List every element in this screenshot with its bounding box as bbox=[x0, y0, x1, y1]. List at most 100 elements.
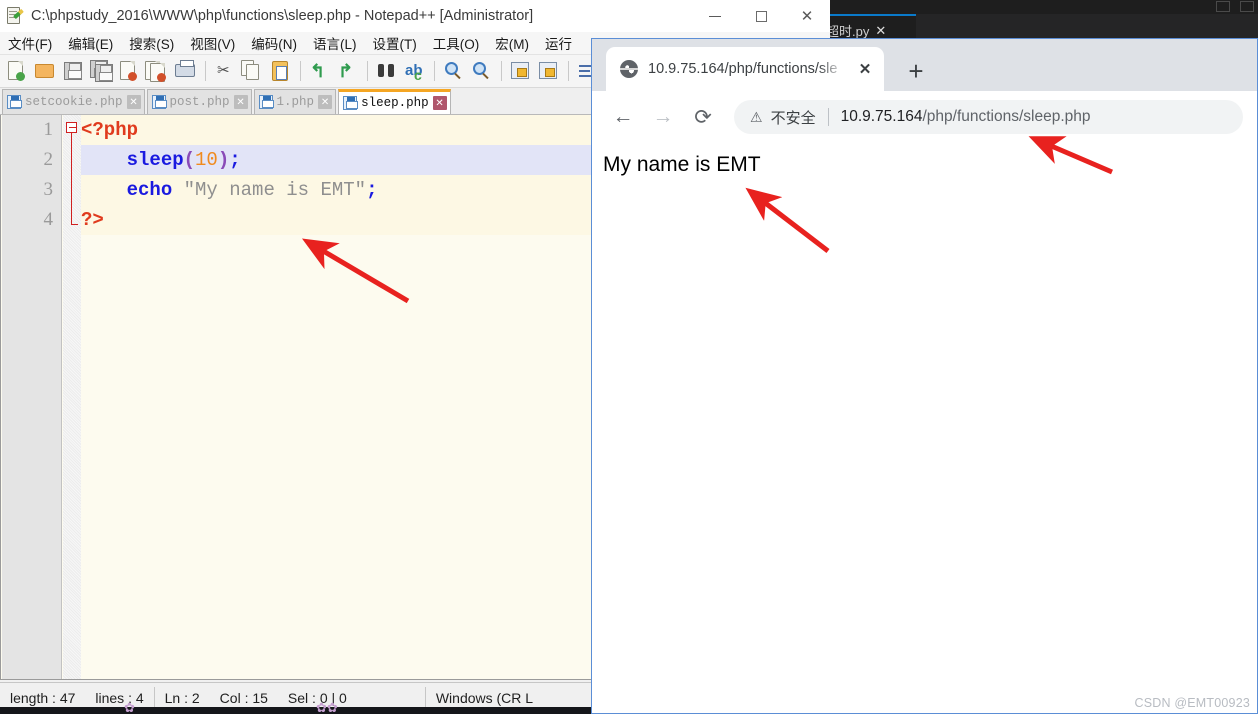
copy-icon[interactable] bbox=[239, 58, 265, 84]
warning-triangle-icon: ⚠ bbox=[750, 108, 763, 125]
forward-button[interactable]: → bbox=[644, 98, 682, 136]
line-number: 1 bbox=[43, 119, 54, 140]
document-tab-setcookie-php[interactable]: setcookie.php ✕ bbox=[2, 89, 145, 114]
taskbar-icon-a[interactable]: ✿ bbox=[124, 701, 135, 714]
browser-tab-sleep-php[interactable]: 10.9.75.164/php/functions/sle ✕ bbox=[606, 47, 884, 91]
menu-item-macro[interactable]: 宏(M) bbox=[487, 33, 537, 53]
address-bar[interactable]: ⚠ 不安全 10.9.75.164/php/functions/sleep.ph… bbox=[734, 100, 1243, 134]
dark-window-minimize-button[interactable] bbox=[1216, 1, 1230, 12]
close-button[interactable]: ✕ bbox=[784, 0, 830, 32]
close-file-icon[interactable] bbox=[116, 58, 142, 84]
close-icon[interactable]: ✕ bbox=[233, 95, 248, 109]
paren-open: ( bbox=[183, 149, 196, 171]
menu-item-tools[interactable]: 工具(O) bbox=[425, 33, 488, 53]
security-status-text[interactable]: 不安全 bbox=[771, 107, 816, 128]
fold-collapse-icon[interactable] bbox=[66, 122, 77, 133]
save-all-icon[interactable] bbox=[88, 58, 114, 84]
csdn-watermark: CSDN @EMT00923 bbox=[1134, 696, 1250, 710]
print-icon[interactable] bbox=[172, 58, 198, 84]
replace-icon[interactable]: ab c bbox=[401, 58, 427, 84]
status-length: length : 47 bbox=[10, 689, 76, 706]
dark-window-controls[interactable] bbox=[1216, 1, 1254, 12]
chrome-tabstrip[interactable]: 10.9.75.164/php/functions/sle ✕ + bbox=[592, 39, 1257, 91]
file-icon bbox=[343, 96, 359, 110]
chrome-toolbar[interactable]: ← → ⟳ ⚠ 不安全 10.9.75.164/php/functions/sl… bbox=[592, 91, 1257, 143]
cut-icon[interactable]: ✂ bbox=[211, 58, 237, 84]
find-icon[interactable] bbox=[373, 58, 399, 84]
paste-icon[interactable] bbox=[267, 58, 293, 84]
status-ln: Ln : 2 bbox=[164, 689, 200, 706]
save-icon[interactable] bbox=[60, 58, 86, 84]
chrome-browser-window[interactable]: 10.9.75.164/php/functions/sle ✕ + ← → ⟳ … bbox=[591, 38, 1258, 714]
php-close-tag: ?> bbox=[81, 209, 104, 231]
back-button[interactable]: ← bbox=[604, 98, 642, 136]
sync-vertical-scroll-icon[interactable] bbox=[507, 58, 533, 84]
function-sleep: sleep bbox=[126, 149, 184, 171]
url-path: /php/functions/sleep.php bbox=[922, 108, 1091, 125]
document-tab-post-php[interactable]: post.php ✕ bbox=[146, 89, 252, 114]
paren-close: ) bbox=[217, 149, 230, 171]
toolbar-separator bbox=[501, 61, 502, 81]
php-open-tag: <?php bbox=[81, 119, 139, 141]
status-eol: Windows (CR L bbox=[435, 689, 534, 706]
document-tab-sleep-php[interactable]: sleep.php ✕ bbox=[338, 89, 451, 114]
toolbar-separator bbox=[568, 61, 569, 81]
omnibox-separator bbox=[827, 108, 829, 126]
menu-item-search[interactable]: 搜索(S) bbox=[121, 33, 182, 53]
close-icon[interactable]: ✕ bbox=[318, 95, 333, 109]
toolbar-separator bbox=[367, 61, 368, 81]
page-viewport: My name is EMT bbox=[592, 143, 1257, 713]
address-bar-url: 10.9.75.164/php/functions/sleep.php bbox=[841, 108, 1091, 126]
document-tab-label: 1.php bbox=[276, 95, 315, 109]
globe-icon bbox=[620, 60, 638, 78]
menu-item-view[interactable]: 视图(V) bbox=[182, 33, 243, 53]
line-number: 2 bbox=[43, 149, 54, 170]
menu-item-encoding[interactable]: 编码(N) bbox=[243, 33, 305, 53]
menu-item-language[interactable]: 语言(L) bbox=[305, 33, 365, 53]
windows-taskbar[interactable]: ✿ ✿✿ bbox=[0, 701, 592, 714]
line-number: 3 bbox=[43, 179, 54, 200]
menu-item-file[interactable]: 文件(F) bbox=[0, 33, 60, 53]
page-body-text: My name is EMT bbox=[603, 153, 761, 176]
toolbar-separator bbox=[434, 61, 435, 81]
notepadpp-window-controls[interactable]: ✕ bbox=[692, 0, 830, 32]
fold-line bbox=[71, 133, 72, 225]
new-tab-button[interactable]: + bbox=[902, 57, 930, 85]
reload-button[interactable]: ⟳ bbox=[684, 98, 722, 136]
browser-tab-title: 10.9.75.164/php/functions/sle bbox=[648, 61, 838, 77]
code-folding-margin[interactable] bbox=[63, 115, 81, 679]
menu-item-run[interactable]: 运行 bbox=[537, 33, 580, 53]
new-file-icon[interactable] bbox=[4, 58, 30, 84]
dark-window-maximize-button[interactable] bbox=[1240, 1, 1254, 12]
toolbar-separator bbox=[300, 61, 301, 81]
close-all-icon[interactable] bbox=[144, 58, 170, 84]
document-tab-1-php[interactable]: 1.php ✕ bbox=[253, 89, 337, 114]
file-icon bbox=[258, 95, 274, 109]
menu-item-settings[interactable]: 设置(T) bbox=[365, 33, 425, 53]
window-title: C:\phpstudy_2016\WWW\php\functions\sleep… bbox=[31, 8, 534, 24]
minimize-button[interactable] bbox=[692, 0, 738, 32]
dark-window-titlebar bbox=[820, 0, 1258, 14]
file-icon bbox=[151, 95, 167, 109]
redo-icon[interactable]: ↱ bbox=[334, 58, 360, 84]
line-number-gutter: 1 2 3 4 bbox=[2, 115, 62, 679]
status-lines: lines : 4 bbox=[95, 689, 144, 706]
undo-icon[interactable]: ↰ bbox=[306, 58, 332, 84]
notepad-plus-plus-icon bbox=[6, 7, 24, 25]
sync-horizontal-scroll-icon[interactable] bbox=[535, 58, 561, 84]
zoom-out-icon[interactable] bbox=[468, 58, 494, 84]
close-icon[interactable]: ✕ bbox=[432, 96, 447, 110]
status-col: Col : 15 bbox=[219, 689, 268, 706]
document-tab-label: setcookie.php bbox=[25, 95, 123, 109]
notepadpp-titlebar: C:\phpstudy_2016\WWW\php\functions\sleep… bbox=[0, 0, 830, 32]
close-icon[interactable]: ✕ bbox=[875, 23, 886, 39]
menu-item-edit[interactable]: 编辑(E) bbox=[60, 33, 121, 53]
zoom-in-icon[interactable] bbox=[440, 58, 466, 84]
close-icon[interactable]: ✕ bbox=[856, 60, 874, 78]
maximize-button[interactable] bbox=[738, 0, 784, 32]
close-icon[interactable]: ✕ bbox=[126, 95, 141, 109]
taskbar-icon-b[interactable]: ✿✿ bbox=[316, 701, 338, 714]
open-file-icon[interactable] bbox=[32, 58, 58, 84]
